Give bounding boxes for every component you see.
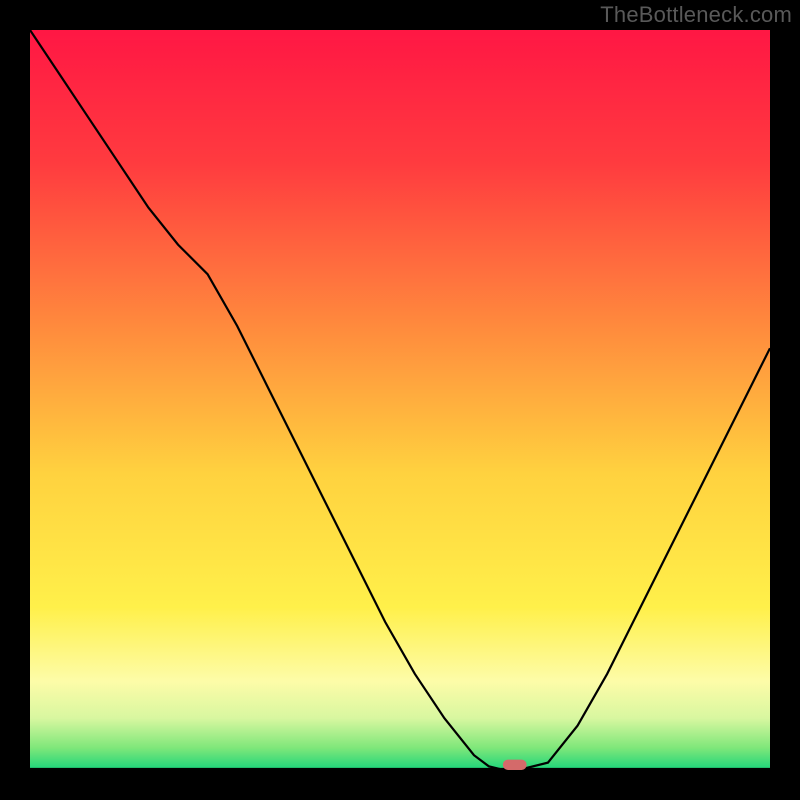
gradient-background	[30, 30, 770, 770]
selected-point-marker	[503, 760, 527, 770]
watermark-text: TheBottleneck.com	[600, 2, 792, 28]
chart-svg	[30, 30, 770, 770]
chart-plot-area	[30, 30, 770, 770]
